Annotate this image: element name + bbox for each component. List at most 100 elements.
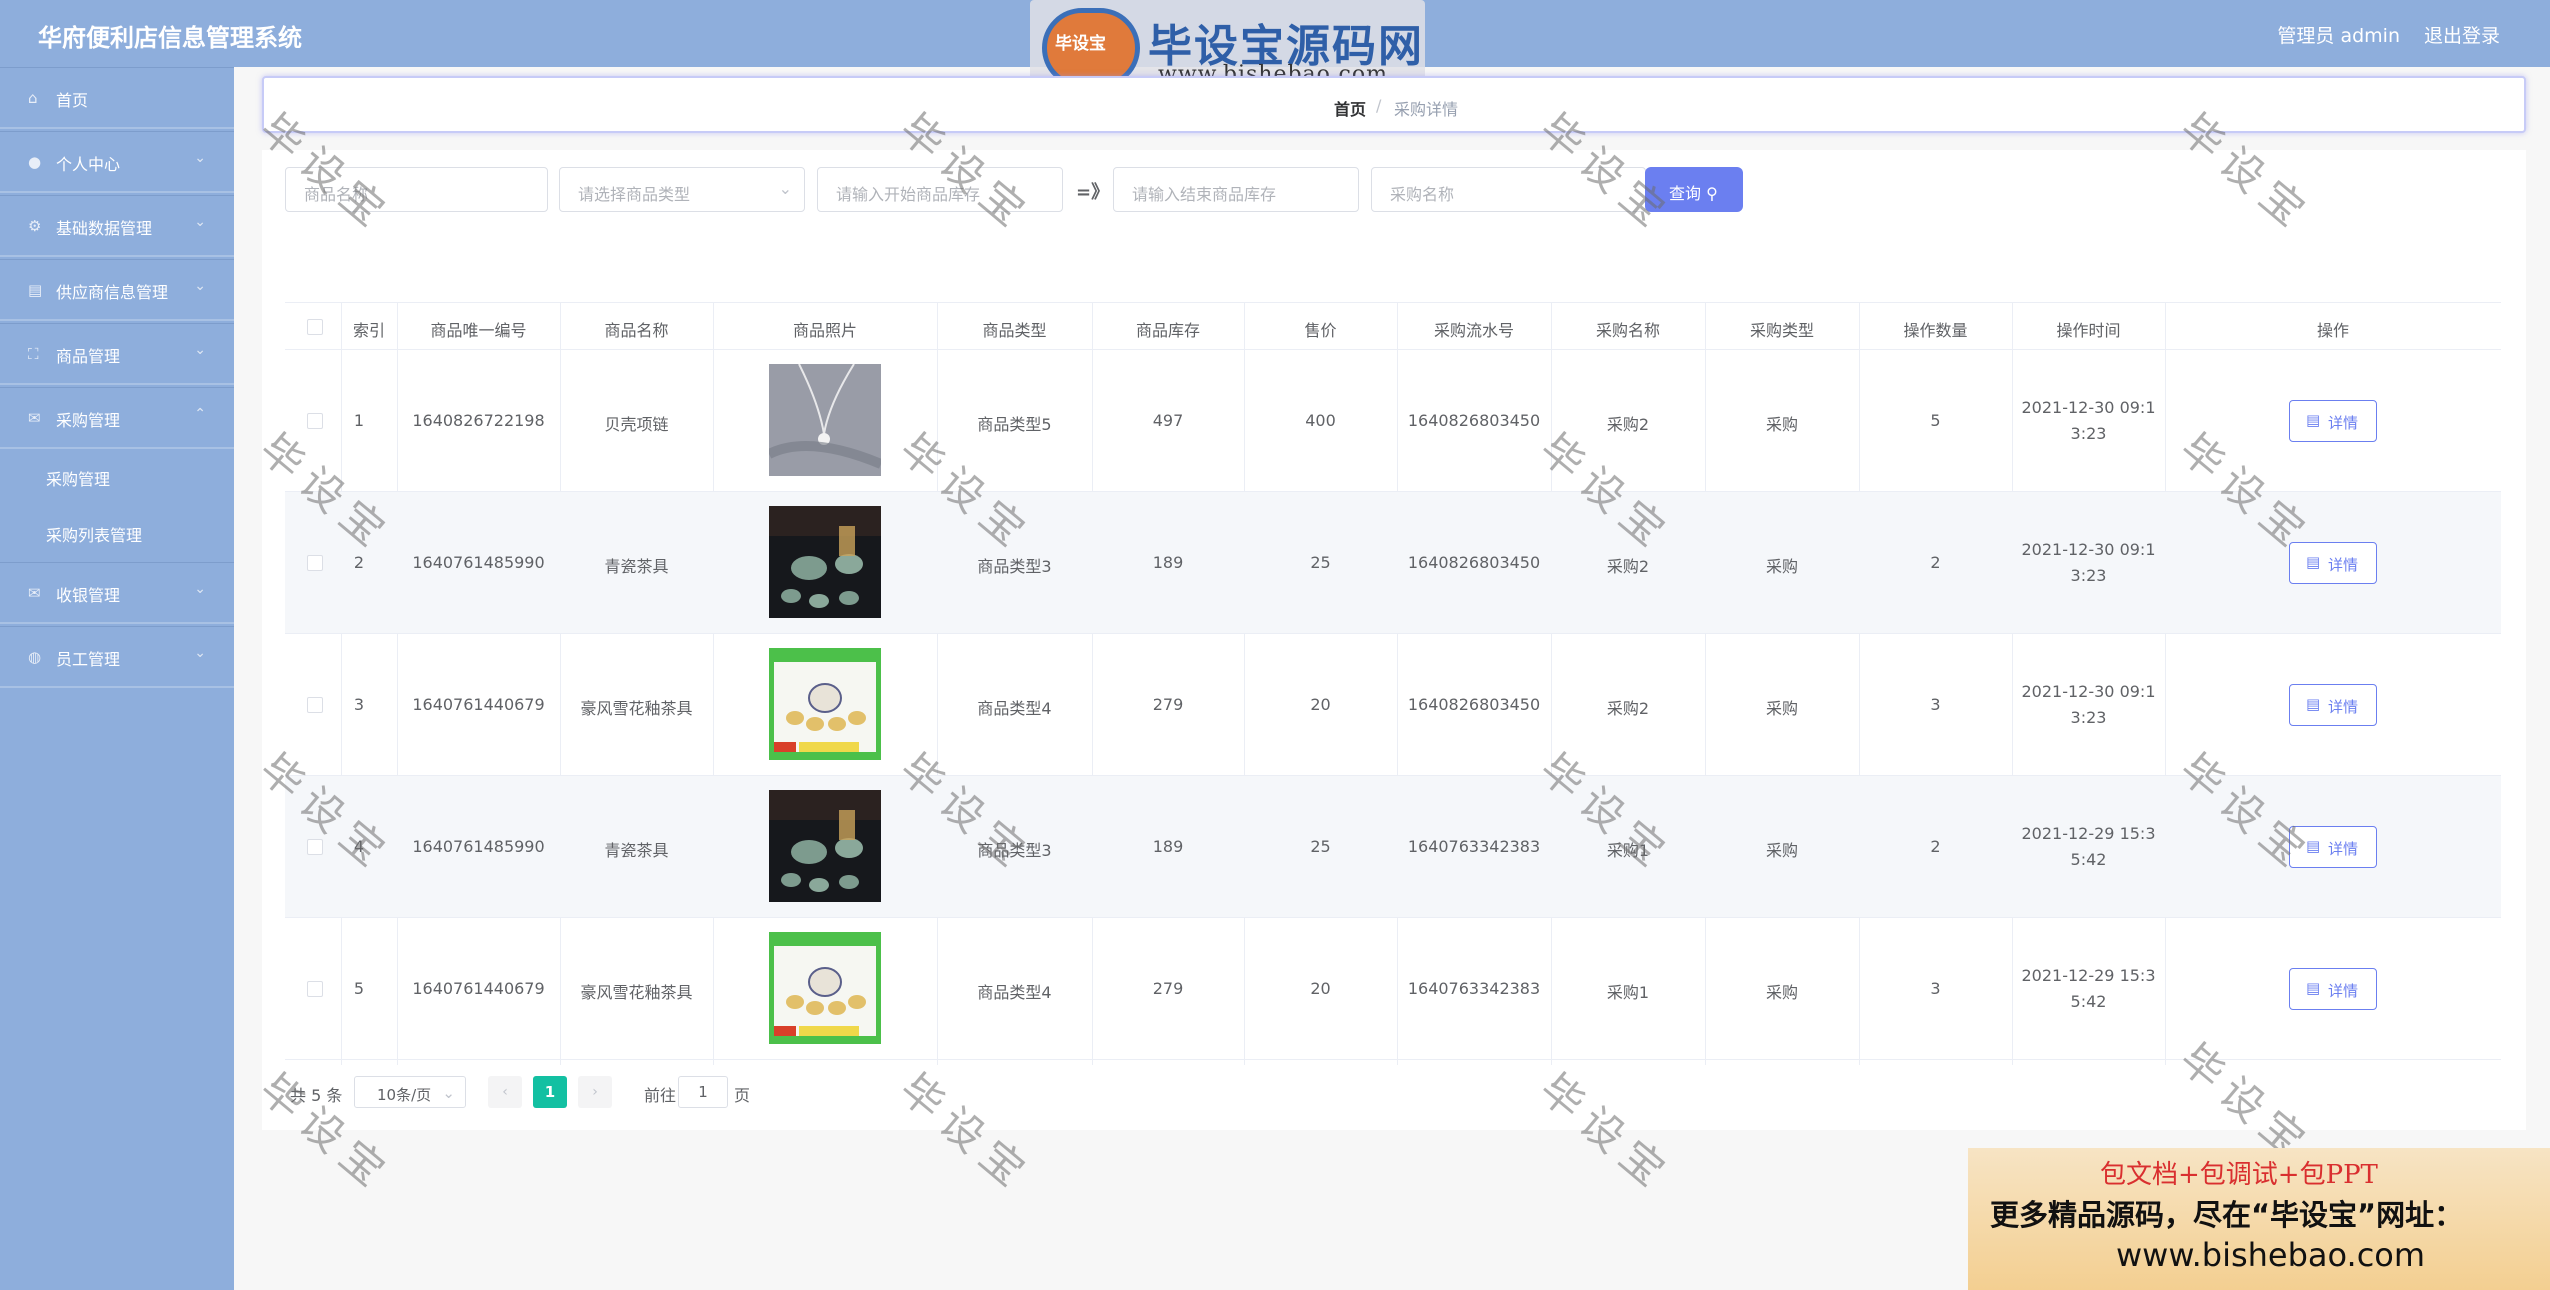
chevron-down-icon: ⌄ (194, 150, 206, 166)
cell-time-line2: 5:42 (2070, 992, 2107, 1011)
sidebar-item-supplier[interactable]: ▤ 供应商信息管理 ⌄ (0, 259, 234, 321)
detail-button-label: 详情 (2328, 840, 2359, 858)
row-checkbox[interactable] (307, 981, 323, 997)
range-separator: =》 (1076, 182, 1110, 203)
goto-page-input[interactable]: 1 (678, 1076, 728, 1108)
table-row: 5 1640761440679 豪风雪花釉茶具 商品类型4 279 20 164… (285, 918, 2501, 1060)
product-name-input[interactable]: 商品名称 (285, 167, 548, 212)
sidebar-item-label: 员工管理 (56, 650, 121, 669)
row-checkbox[interactable] (307, 555, 323, 571)
query-button[interactable]: 查询 ⚲ (1645, 167, 1743, 212)
detail-button[interactable]: ▤ 详情 (2289, 400, 2377, 442)
end-stock-input[interactable]: 请输入结束商品库存 (1113, 167, 1359, 212)
cell-purchase-type: 采购 (1765, 699, 1798, 718)
detail-button[interactable]: ▤ 详情 (2289, 542, 2377, 584)
cell-stock: 279 (1152, 979, 1184, 998)
sidebar-item-label: 个人中心 (56, 155, 121, 174)
column-header: 商品类型 (982, 321, 1047, 340)
sidebar-item-label: 商品管理 (56, 347, 121, 366)
cell-stock: 279 (1152, 695, 1184, 714)
chevron-down-icon: ⌄ (194, 278, 206, 294)
cell-name: 青瓷茶具 (604, 557, 669, 576)
cell-type: 商品类型3 (977, 841, 1052, 860)
start-stock-input[interactable]: 请输入开始商品库存 (817, 167, 1063, 212)
cell-purchase-type: 采购 (1765, 983, 1798, 1002)
cell-purchase-name: 采购1 (1606, 841, 1650, 860)
placeholder: 请输入结束商品库存 (1132, 185, 1277, 204)
cell-quantity: 3 (1930, 695, 1941, 714)
cell-purchase-name: 采购2 (1606, 415, 1650, 434)
sidebar-item-basic-data[interactable]: ⚙ 基础数据管理 ⌄ (0, 195, 234, 257)
column-header: 采购流水号 (1433, 321, 1514, 340)
cell-serial: 1640763342383 (1407, 837, 1541, 856)
cell-code: 1640826722198 (412, 411, 545, 430)
chevron-down-icon: ⌄ (194, 645, 206, 661)
row-checkbox[interactable] (307, 413, 323, 429)
watermark-badge-text: 毕设宝 (1055, 34, 1106, 54)
detail-button-label: 详情 (2328, 698, 2359, 716)
detail-button-label: 详情 (2328, 414, 2359, 432)
sidebar-item-staff[interactable]: ◍ 员工管理 ⌄ (0, 626, 234, 688)
cell-stock: 189 (1152, 553, 1184, 572)
cell-stock: 189 (1152, 837, 1184, 856)
column-header: 商品库存 (1135, 321, 1200, 340)
purchase-name-input[interactable]: 采购名称 (1371, 167, 1646, 212)
sidebar-item-goods[interactable]: ⛶ 商品管理 ⌄ (0, 323, 234, 385)
cell-code: 1640761485990 (412, 837, 545, 856)
product-photo-tea-set (769, 790, 881, 902)
column-header: 采购类型 (1749, 321, 1814, 340)
sidebar-subitem-purchase[interactable]: 采购管理 (46, 466, 110, 490)
page-size-select[interactable]: 10条/页 ⌄ (354, 1076, 466, 1108)
product-photo-snowflake-tea-set (769, 932, 881, 1044)
product-photo-tea-set (769, 506, 881, 618)
cell-name: 豪风雪花釉茶具 (580, 983, 693, 1002)
pagination-total: 共 5 条 (290, 1086, 343, 1105)
row-checkbox[interactable] (307, 839, 323, 855)
sidebar-item-home[interactable]: ⌂ 首页 (0, 67, 234, 129)
ad-line-2: 更多精品源码，尽在“毕设宝”网址： (1990, 1198, 2464, 1232)
logout-link[interactable]: 退出登录 (2424, 21, 2500, 48)
clipboard-icon: ▤ (28, 281, 43, 299)
cell-serial: 1640826803450 (1407, 553, 1541, 572)
ad-line-3: www.bishebao.com (2116, 1236, 2426, 1274)
breadcrumb-home[interactable]: 首页 (1334, 96, 1366, 120)
next-page-button[interactable]: › (578, 1076, 612, 1108)
column-header: 商品名称 (604, 321, 669, 340)
sidebar-subitem-purchase-list[interactable]: 采购列表管理 (46, 522, 142, 546)
product-type-select[interactable]: 请选择商品类型 ⌄ (559, 167, 805, 212)
prev-page-button[interactable]: ‹ (488, 1076, 522, 1108)
placeholder: 商品名称 (304, 185, 369, 204)
detail-button[interactable]: ▤ 详情 (2289, 826, 2377, 868)
cell-serial: 1640826803450 (1407, 411, 1541, 430)
product-photo-snowflake-tea-set (769, 648, 881, 760)
sidebar-item-cashier[interactable]: ✉ 收银管理 ⌄ (0, 562, 234, 624)
detail-button[interactable]: ▤ 详情 (2289, 684, 2377, 726)
mail-icon: ✉ (28, 409, 41, 427)
row-checkbox[interactable] (307, 697, 323, 713)
column-header: 售价 (1304, 321, 1337, 340)
page-number-current[interactable]: 1 (533, 1076, 567, 1108)
cell-time-line2: 3:23 (2070, 566, 2107, 585)
column-header: 商品照片 (792, 321, 857, 340)
ad-banner[interactable]: 包文档+包调试+包PPT 更多精品源码，尽在“毕设宝”网址： www.bishe… (1968, 1148, 2550, 1290)
table-row: 4 1640761485990 青瓷茶具 商品类型3 189 25 164076… (285, 776, 2501, 918)
ad-line-1: 包文档+包调试+包PPT (2100, 1160, 2378, 1190)
sidebar-item-purchase[interactable]: ✉ 采购管理 ⌃ (0, 387, 234, 449)
detail-button[interactable]: ▤ 详情 (2289, 968, 2377, 1010)
globe-icon: ◍ (28, 648, 42, 666)
cell-index: 2 (353, 553, 365, 572)
chevron-up-icon: ⌃ (194, 406, 206, 422)
sidebar-item-label: 供应商信息管理 (56, 283, 169, 302)
cell-quantity: 2 (1930, 553, 1941, 572)
cell-purchase-type: 采购 (1765, 841, 1798, 860)
cell-code: 1640761485990 (412, 553, 545, 572)
user-icon: ● (28, 153, 42, 171)
chevron-down-icon: ⌄ (442, 1084, 455, 1102)
table-row: 2 1640761485990 青瓷茶具 商品类型3 189 25 164082… (285, 492, 2501, 634)
cell-name: 豪风雪花釉茶具 (580, 699, 693, 718)
document-icon: ▤ (2306, 979, 2321, 997)
sidebar-item-personal[interactable]: ● 个人中心 ⌄ (0, 131, 234, 193)
chevron-down-icon: ⌄ (194, 214, 206, 230)
sidebar-item-label: 收银管理 (56, 586, 121, 605)
select-all-checkbox[interactable] (307, 319, 323, 335)
